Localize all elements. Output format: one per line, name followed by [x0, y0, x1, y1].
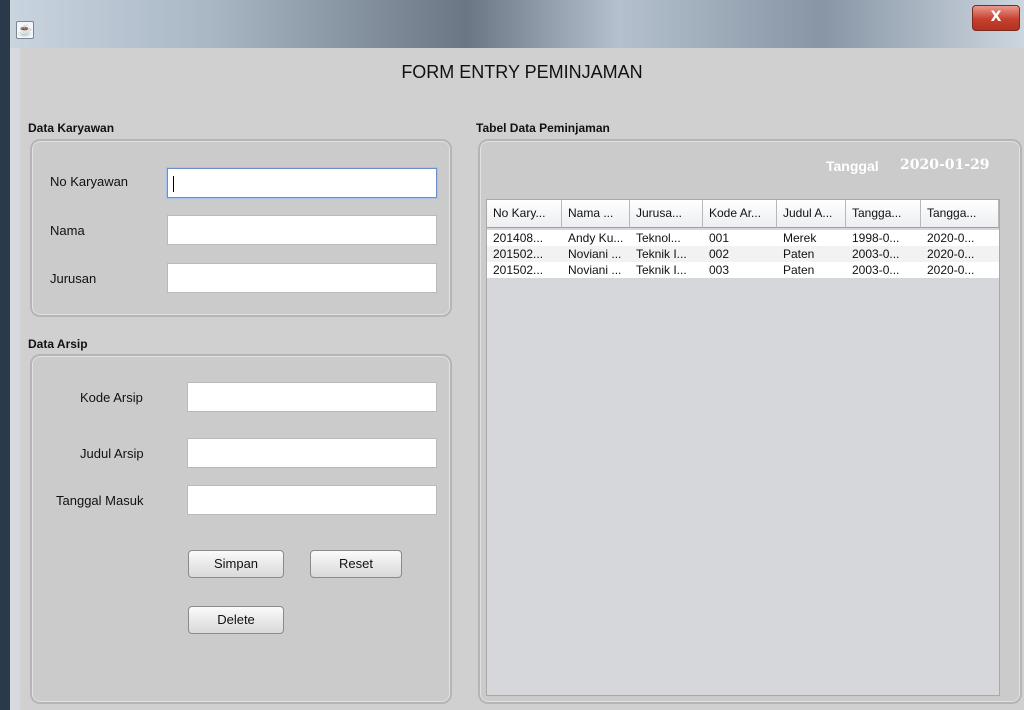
table-cell: Noviani ...	[568, 247, 622, 261]
close-icon: X	[990, 9, 1002, 25]
jurusan-field[interactable]	[167, 263, 437, 293]
column-header[interactable]: Tangga...	[921, 200, 999, 228]
table-row[interactable]: 201502... Noviani ... Teknik I... 002 Pa…	[487, 246, 999, 262]
table-cell: 1998-0...	[852, 231, 900, 245]
table-cell: Noviani ...	[568, 263, 622, 277]
table-row[interactable]: 201502... Noviani ... Teknik I... 003 Pa…	[487, 262, 999, 278]
tanggal-label: Tanggal	[826, 158, 879, 174]
nama-label: Nama	[50, 223, 85, 238]
close-button[interactable]: X	[972, 5, 1020, 31]
table-cell: 2020-0...	[927, 263, 975, 277]
table-cell: 201502...	[493, 263, 544, 277]
form-title: FORM ENTRY PEMINJAMAN	[401, 62, 643, 82]
kode-arsip-label: Kode Arsip	[80, 390, 143, 405]
table-cell: 2003-0...	[852, 263, 900, 277]
title-bar[interactable]: ☕ X	[10, 0, 1024, 48]
text-caret	[173, 176, 174, 192]
table-cell: 2020-0...	[927, 231, 975, 245]
table-cell: Paten	[783, 263, 815, 277]
tanggal-masuk-field[interactable]	[187, 485, 437, 515]
tanggal-value: 2020-01-29	[900, 157, 990, 173]
jurusan-label: Jurusan	[50, 271, 97, 286]
table-cell: 003	[709, 263, 730, 277]
table-panel-title: Tabel Data Peminjaman	[476, 121, 610, 135]
table-cell: Teknol...	[636, 231, 681, 245]
simpan-button[interactable]: Simpan	[188, 550, 284, 578]
karyawan-panel-title: Data Karyawan	[28, 121, 115, 135]
peminjaman-table[interactable]: No Kary... Nama ... Jurusa... Kode Ar...…	[486, 199, 1000, 696]
table-cell: 002	[709, 247, 730, 261]
table-row[interactable]: 201408... Andy Ku... Teknol... 001 Merek…	[487, 230, 999, 246]
column-header[interactable]: Kode Ar...	[703, 200, 777, 228]
arsip-panel-title: Data Arsip	[28, 337, 88, 351]
tanggal-masuk-label: Tanggal Masuk	[56, 493, 144, 508]
delete-button[interactable]: Delete	[188, 606, 284, 634]
no-karyawan-label: No Karyawan	[50, 174, 129, 189]
table-cell: 201502...	[493, 247, 544, 261]
table-cell: Paten	[783, 247, 815, 261]
table-header: No Kary... Nama ... Jurusa... Kode Ar...…	[487, 200, 999, 228]
column-header[interactable]: Nama ...	[562, 200, 630, 228]
java-cup-icon: ☕	[16, 21, 34, 39]
judul-arsip-label: Judul Arsip	[80, 446, 144, 461]
table-cell: Merek	[783, 231, 817, 245]
nama-field[interactable]	[167, 215, 437, 245]
table-cell: Andy Ku...	[568, 231, 624, 245]
table-cell: Teknik I...	[636, 247, 687, 261]
column-header[interactable]: Tangga...	[846, 200, 921, 228]
table-cell: 201408...	[493, 231, 544, 245]
table-cell: 001	[709, 231, 730, 245]
column-header[interactable]: Judul A...	[777, 200, 846, 228]
no-karyawan-field[interactable]	[167, 168, 437, 198]
kode-arsip-field[interactable]	[187, 382, 437, 412]
table-cell: 2020-0...	[927, 247, 975, 261]
application-window: ☕ X FORM ENTRY PEMINJAMAN Data Karyawan …	[10, 0, 1024, 710]
judul-arsip-field[interactable]	[187, 438, 437, 468]
reset-button[interactable]: Reset	[310, 550, 402, 578]
table-cell: 2003-0...	[852, 247, 900, 261]
column-header[interactable]: Jurusa...	[630, 200, 703, 228]
column-header[interactable]: No Kary...	[487, 200, 562, 228]
table-cell: Teknik I...	[636, 263, 687, 277]
